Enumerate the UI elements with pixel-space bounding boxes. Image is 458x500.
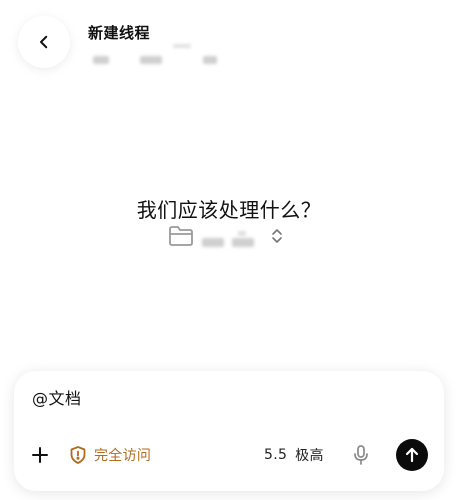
project-selector[interactable] <box>168 225 288 249</box>
chevron-updown-icon <box>272 229 282 243</box>
back-button[interactable] <box>18 16 70 68</box>
shield-warning-icon <box>70 446 86 464</box>
model-version: 5.5 <box>264 447 288 463</box>
empty-state-prompt: 我们应该处理什么？ <box>136 198 322 222</box>
access-mode-label: 完全访问 <box>94 448 152 464</box>
new-thread-screen: 新建线程 我们应该处理什么？ @文档 完全访问 5.5 极高 <box>0 0 458 500</box>
message-input[interactable]: @文档 <box>32 385 82 409</box>
chevron-left-icon <box>40 35 48 49</box>
access-mode-button[interactable]: 完全访问 <box>68 443 151 467</box>
composer-card: @文档 完全访问 5.5 极高 <box>14 371 444 491</box>
model-effort: 极高 <box>295 448 324 464</box>
folder-icon <box>169 226 193 246</box>
page-title: 新建线程 <box>88 24 151 42</box>
arrow-up-icon <box>405 447 419 463</box>
model-selector[interactable]: 5.5 极高 <box>264 445 324 465</box>
add-attachment-button[interactable] <box>28 443 52 467</box>
microphone-icon <box>354 445 368 465</box>
voice-input-button[interactable] <box>349 443 373 467</box>
plus-icon <box>32 447 48 463</box>
send-button[interactable] <box>396 439 428 471</box>
